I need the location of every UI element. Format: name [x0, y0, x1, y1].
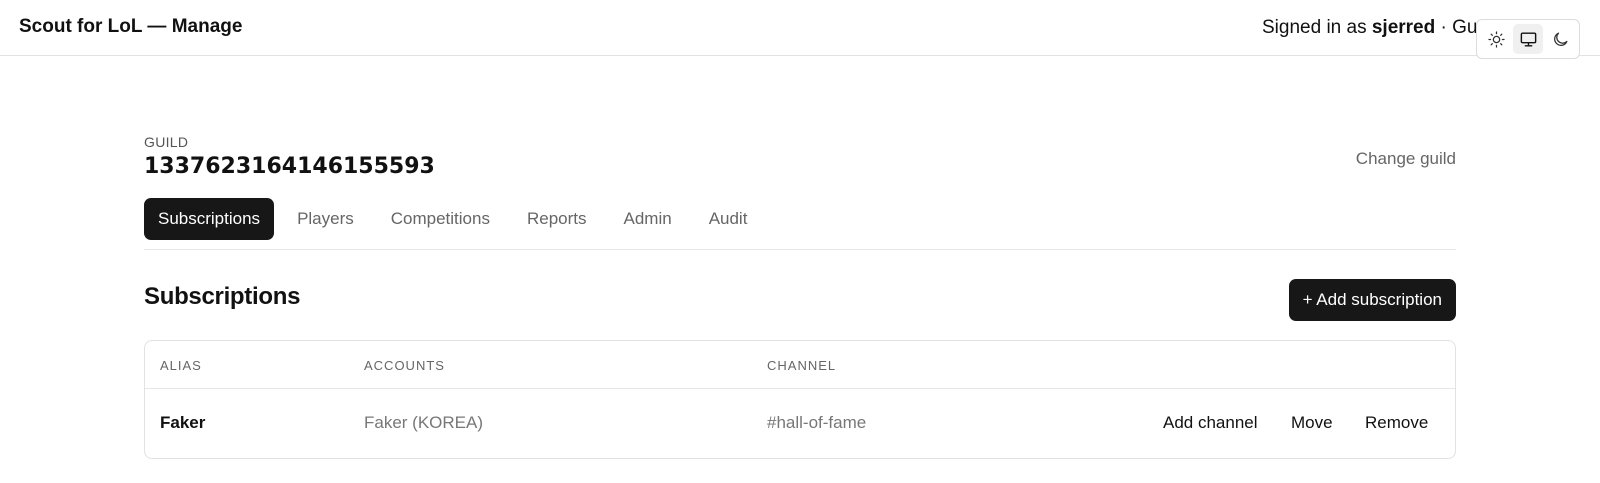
tab-audit[interactable]: Audit — [695, 198, 762, 240]
theme-system-button[interactable] — [1513, 24, 1543, 54]
moon-icon — [1553, 32, 1567, 46]
subscriptions-table: ALIAS ACCOUNTS CHANNEL Faker Faker (KORE… — [144, 340, 1456, 459]
top-bar: Scout for LoL — Manage Signed in as sjer… — [0, 0, 1600, 56]
username: sjerred — [1371, 17, 1436, 38]
add-channel-button[interactable]: Add channel — [1163, 413, 1258, 433]
signed-in-suffix: · Gui — [1440, 17, 1477, 38]
theme-switch — [1476, 19, 1580, 59]
move-button[interactable]: Move — [1291, 413, 1333, 433]
column-header-accounts: ACCOUNTS — [364, 358, 445, 373]
remove-button[interactable]: Remove — [1365, 413, 1428, 433]
change-guild-link[interactable]: Change guild — [1356, 149, 1456, 169]
tab-competitions[interactable]: Competitions — [377, 198, 504, 240]
tab-reports[interactable]: Reports — [513, 198, 601, 240]
table-row: Faker Faker (KOREA) #hall-of-fame Add ch… — [145, 389, 1455, 458]
tab-bar: Subscriptions Players Competitions Repor… — [144, 198, 770, 240]
tab-players[interactable]: Players — [283, 198, 368, 240]
app-title: Scout for LoL — Manage — [19, 16, 243, 37]
signed-in-status: Signed in as sjerred · Gui — [1262, 17, 1476, 39]
column-header-channel: CHANNEL — [767, 358, 837, 373]
add-subscription-button[interactable]: + Add subscription — [1288, 279, 1456, 321]
row-alias: Faker — [160, 413, 206, 432]
table-header: ALIAS ACCOUNTS CHANNEL — [145, 341, 1455, 389]
signed-in-prefix: Signed in as — [1262, 17, 1372, 38]
tab-admin[interactable]: Admin — [610, 198, 686, 240]
tab-subscriptions[interactable]: Subscriptions — [144, 198, 275, 240]
guild-label: GUILD — [144, 134, 189, 150]
row-accounts: Faker (KOREA) — [364, 413, 484, 432]
row-channel: #hall-of-fame — [767, 413, 867, 432]
theme-light-button[interactable] — [1481, 24, 1511, 54]
monitor-icon — [1520, 31, 1536, 47]
section-title: Subscriptions — [144, 283, 301, 310]
sun-icon — [1487, 30, 1505, 48]
guild-id: 1337623164146155593 — [144, 154, 435, 179]
column-header-alias: ALIAS — [160, 358, 202, 373]
tabs-divider — [144, 249, 1456, 250]
theme-dark-button[interactable] — [1545, 24, 1575, 54]
